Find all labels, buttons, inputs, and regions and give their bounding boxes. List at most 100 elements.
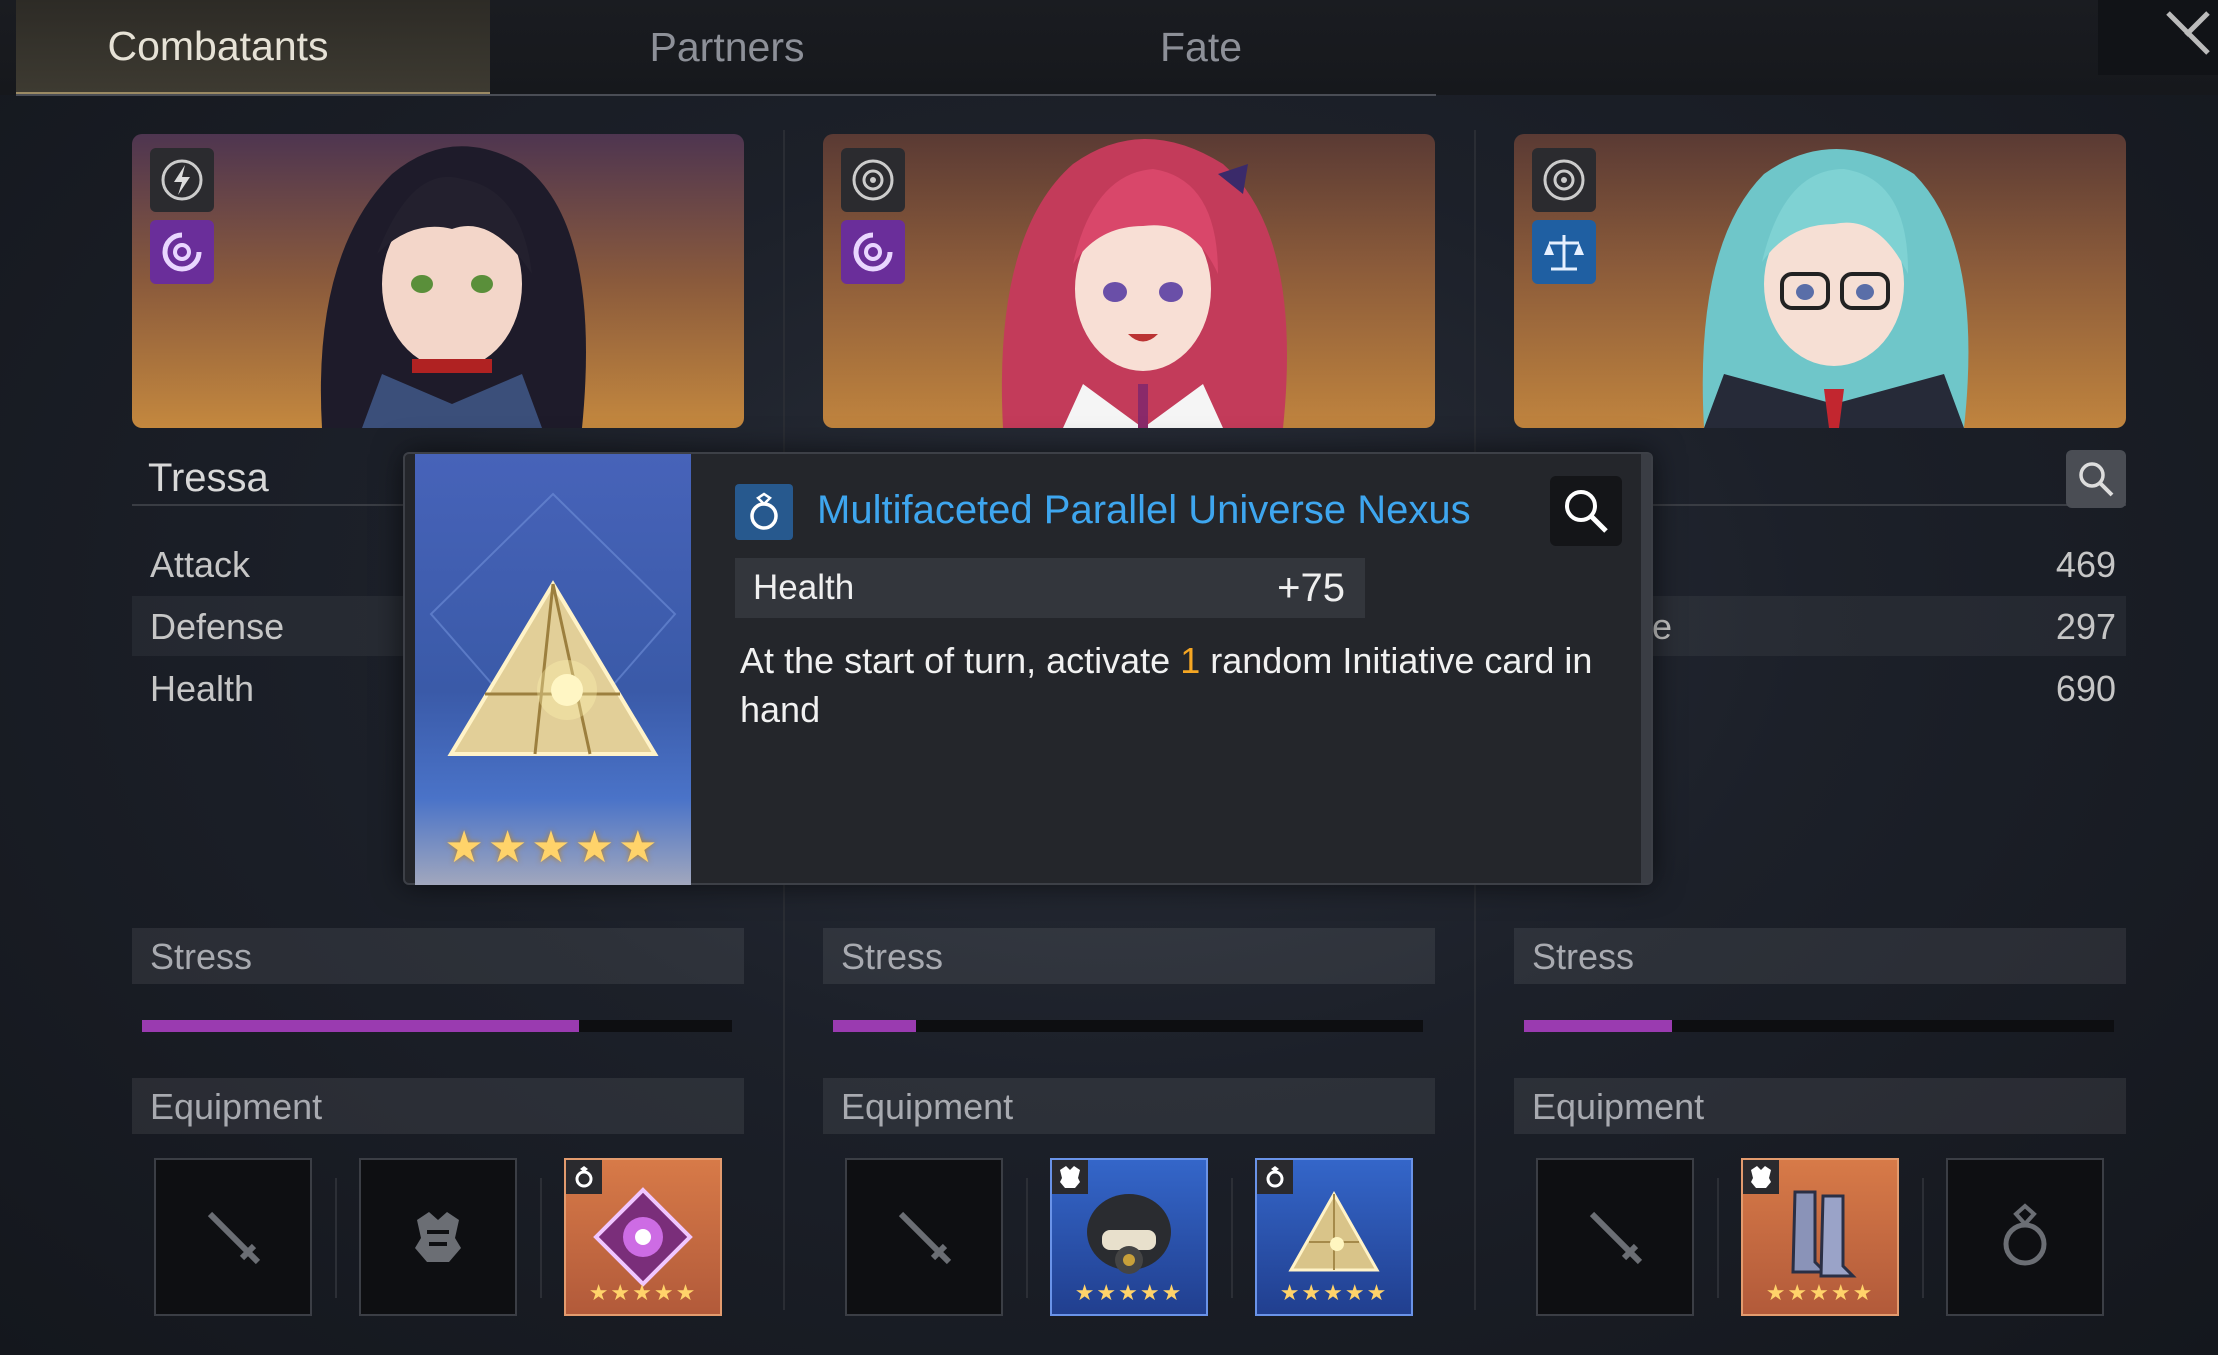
- armor-type-badge: [1743, 1160, 1779, 1194]
- armor-slot[interactable]: ★★★★★: [1741, 1158, 1899, 1316]
- desc-text: At the start of turn, activate: [740, 640, 1181, 681]
- tab-label: Partners: [649, 24, 805, 70]
- stress-header: Stress: [132, 928, 744, 984]
- stat-value: 469: [2055, 544, 2116, 585]
- slot-separator: [1231, 1178, 1233, 1298]
- gas-mask-helmet-item: [1087, 1194, 1171, 1274]
- pyramid-item: [1288, 1190, 1380, 1272]
- armor-icon: [1751, 1166, 1771, 1188]
- slot-separator: [335, 1178, 337, 1298]
- equipment-header: Equipment: [823, 1078, 1435, 1134]
- tooltip-scrollbar[interactable]: [1641, 454, 1651, 883]
- slot-separator: [1717, 1178, 1719, 1298]
- stress-fill: [142, 1020, 579, 1032]
- character-illustration: [1001, 139, 1287, 428]
- weapon-slot[interactable]: [1536, 1158, 1694, 1316]
- item-inspect-button[interactable]: [1550, 476, 1622, 546]
- item-type-badge: [735, 484, 793, 540]
- ring-icon: [575, 1166, 593, 1188]
- close-button[interactable]: [2098, 0, 2218, 75]
- armor-icon: [415, 1212, 461, 1262]
- ring-slot[interactable]: ★★★★★: [1255, 1158, 1413, 1316]
- rarity-stars: ★★★★★: [1074, 1280, 1184, 1305]
- pyramid-item: [429, 492, 677, 756]
- close-icon: [2166, 10, 2210, 55]
- stat-label: Defense: [150, 606, 285, 647]
- character-name: Tressa: [148, 456, 269, 500]
- rarity-stars: ★★★★★: [444, 823, 662, 872]
- rarity-stars: ★★★★★: [1279, 1280, 1389, 1305]
- rarity-stars: ★★★★★: [588, 1280, 698, 1305]
- inspect-button[interactable]: [2066, 450, 2126, 508]
- stress-label: Stress: [1532, 936, 1635, 977]
- search-icon: [1565, 490, 1608, 533]
- scales-icon: [1544, 235, 1584, 271]
- tab-combatants[interactable]: Combatants: [16, 0, 490, 95]
- ring-slot[interactable]: [1946, 1158, 2104, 1316]
- ring-type-badge: [566, 1160, 602, 1194]
- item-title: Multifaceted Parallel Universe Nexus: [817, 488, 1471, 532]
- lightning-badge: [150, 148, 214, 212]
- slot-separator: [1922, 1178, 1924, 1298]
- character-portrait[interactable]: [823, 134, 1435, 428]
- item-stat-row: Health +75: [735, 558, 1365, 618]
- character-portrait[interactable]: [132, 134, 744, 428]
- target-badge: [841, 148, 905, 212]
- stat-value: 297: [2055, 606, 2116, 647]
- item-stat-value: +75: [1277, 566, 1345, 610]
- item-description: At the start of turn, activate 1 random …: [740, 636, 1600, 734]
- swirl-badge: [150, 220, 214, 284]
- item-tooltip: ★★★★★ Multifaceted Parallel Universe Nex…: [403, 452, 1653, 885]
- stress-header: Stress: [823, 928, 1435, 984]
- equipment-label: Equipment: [841, 1086, 1014, 1127]
- armor-slot[interactable]: ★★★★★: [1050, 1158, 1208, 1316]
- boots-item: [1791, 1190, 1857, 1278]
- target-icon: [852, 159, 894, 201]
- tab-label: Combatants: [107, 22, 329, 69]
- stress-bar: [1524, 1020, 2114, 1032]
- armor-icon: [1060, 1166, 1080, 1188]
- sword-icon: [207, 1211, 261, 1265]
- tab-bar: Combatants Partners Fate: [0, 0, 2218, 96]
- rarity-stars: ★★★★★: [1765, 1280, 1875, 1305]
- stress-bar: [833, 1020, 1423, 1032]
- slot-separator: [1026, 1178, 1028, 1298]
- equipment-label: Equipment: [1532, 1086, 1705, 1127]
- slot-separator: [540, 1178, 542, 1298]
- stress-fill: [1524, 1020, 1672, 1032]
- tab-fate[interactable]: Fate: [964, 0, 1438, 95]
- stress-header: Stress: [1514, 928, 2126, 984]
- swirl-icon: [162, 232, 202, 272]
- stress-label: Stress: [150, 936, 253, 977]
- tab-label: Fate: [1159, 24, 1243, 70]
- stat-label: Attack: [150, 544, 251, 585]
- weapon-slot[interactable]: [845, 1158, 1003, 1316]
- stress-label: Stress: [841, 936, 944, 977]
- stress-bar: [142, 1020, 732, 1032]
- ring-slot[interactable]: ★★★★★: [564, 1158, 722, 1316]
- purple-crystal-item: [593, 1187, 693, 1287]
- swirl-icon: [853, 232, 893, 272]
- armor-slot[interactable]: [359, 1158, 517, 1316]
- desc-highlight: 1: [1180, 640, 1201, 681]
- armor-type-badge: [1052, 1160, 1088, 1194]
- character-portrait[interactable]: [1514, 134, 2126, 428]
- character-illustration: [1702, 149, 1969, 428]
- sword-icon: [898, 1211, 952, 1265]
- character-illustration: [320, 146, 586, 428]
- tab-underline: [16, 94, 1436, 96]
- equipment-header: Equipment: [132, 1078, 744, 1134]
- weapon-slot[interactable]: [154, 1158, 312, 1316]
- stat-value: 690: [2055, 668, 2116, 709]
- ring-icon: [750, 492, 778, 530]
- swirl-badge: [841, 220, 905, 284]
- item-artwork: ★★★★★: [415, 454, 691, 885]
- tab-partners[interactable]: Partners: [490, 0, 964, 95]
- stat-label: Health: [150, 668, 255, 709]
- ring-icon: [1266, 1166, 1284, 1188]
- target-badge: [1532, 148, 1596, 212]
- equipment-label: Equipment: [150, 1086, 323, 1127]
- equipment-header: Equipment: [1514, 1078, 2126, 1134]
- scales-badge: [1532, 220, 1596, 284]
- ring-icon: [2003, 1203, 2047, 1266]
